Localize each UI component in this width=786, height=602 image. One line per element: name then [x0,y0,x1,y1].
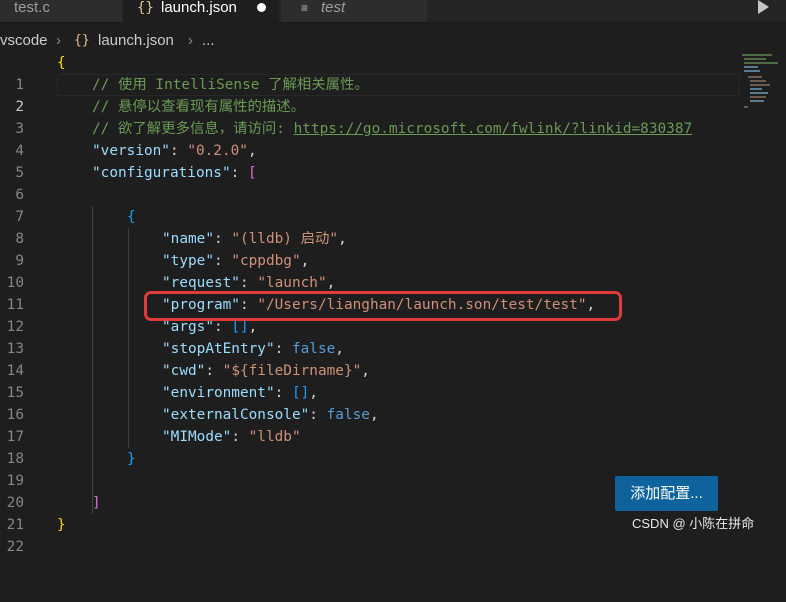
json-key: "name" [162,231,214,247]
code-comment: // 悬停以查看现有属性的描述。 [92,99,306,115]
text-file-icon: ≡ [301,1,309,15]
json-key: "environment" [162,385,275,401]
code-comment: // 使用 IntelliSense 了解相关属性。 [92,77,369,93]
json-key: "args" [162,319,214,335]
json-key: "version" [92,143,170,159]
code-line: 18 "MIMode": "lldb" [0,426,740,467]
json-value: false [291,341,336,357]
json-braces-icon: {} [74,33,90,48]
code-line: 22 } [0,514,740,555]
json-value: "launch" [257,275,327,291]
code-line: 3 // 悬停以查看现有属性的描述。 [0,96,740,137]
code-line: 16 "environment": [], [0,382,740,423]
json-key: "externalConsole" [162,407,310,423]
code-line: 17 "externalConsole": false, [0,404,740,445]
code-line: 14 "stopAtEntry": false, [0,338,740,379]
tab-test-c[interactable]: test.c [0,0,123,22]
run-icon[interactable] [758,0,769,14]
json-brace: { [57,55,66,71]
code-line: 10 "type": "cppdbg", [0,250,740,291]
breadcrumb-file[interactable]: launch.json [98,30,174,52]
json-braces-icon: {} [137,0,154,16]
json-bracket: [ [247,165,257,181]
add-configuration-button[interactable]: 添加配置... [615,476,718,511]
json-value: "0.2.0" [187,143,248,159]
tab-bar: test.c {} launch.json ≡ test [0,0,786,23]
json-value: "${fileDirname}" [222,363,362,379]
json-key: "configurations" [92,165,231,181]
json-key: "MIMode" [162,429,232,445]
code-comment: // 欲了解更多信息，请访问: [92,121,294,137]
program-line-highlight-box [144,291,622,321]
tab-label: test [321,0,346,16]
json-key: "cwd" [162,363,206,379]
docs-link[interactable]: https://go.microsoft.com/fwlink/?linkid=… [294,121,693,137]
json-value: "lldb" [248,429,301,445]
tab-label: test.c [14,0,50,16]
code-line: 4 // 欲了解更多信息，请访问: https://go.microsoft.c… [0,118,740,159]
code-line: 7 [0,184,740,225]
json-value: "cppdbg" [231,253,301,269]
minimap[interactable] [740,52,786,112]
code-line: 15 "cwd": "${fileDirname}", [0,360,740,401]
code-line: 9 "name": "(lldb) 启动", [0,228,740,269]
line-number: 22 [6,539,24,555]
json-key: "request" [162,275,240,291]
json-value: [] [291,385,310,401]
json-key: "stopAtEntry" [162,341,275,357]
tab-launch-json[interactable]: {} launch.json [123,0,279,22]
json-brace: } [57,517,66,533]
tab-test[interactable]: ≡ test [280,0,428,22]
breadcrumb-more[interactable]: ... [202,30,215,52]
json-value: false [326,407,370,423]
json-value: "(lldb) 启动" [231,231,339,247]
json-value: [] [231,319,249,335]
tab-label: launch.json [161,0,237,16]
unsaved-dot-icon[interactable] [257,3,266,12]
code-line: 1 { [0,52,740,93]
json-brace: } [127,451,136,467]
code-line: 8 { [0,206,740,247]
json-brace: { [127,209,136,225]
chevron-right-icon: › [188,32,193,49]
json-bracket: ] [92,495,101,511]
watermark: CSDN @ 小陈在拼命 [632,516,755,531]
breadcrumb-folder[interactable]: vscode [0,30,48,52]
code-line: 5 "version": "0.2.0", [0,140,740,181]
code-line: 19 } [0,448,740,489]
code-line: 6 "configurations": [ [0,162,740,203]
chevron-right-icon: › [56,32,61,49]
json-key: "type" [162,253,214,269]
code-line: 2 // 使用 IntelliSense 了解相关属性。 [0,74,740,115]
